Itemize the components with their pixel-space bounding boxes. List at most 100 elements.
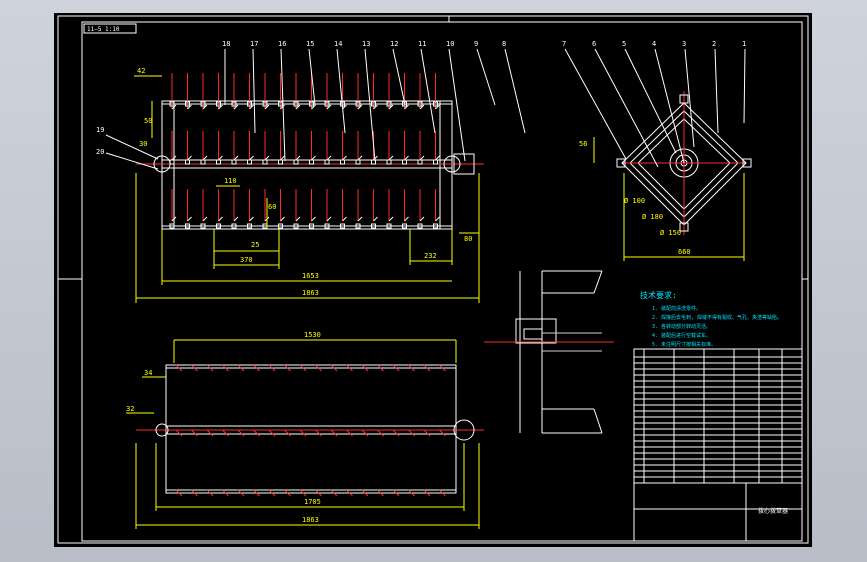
bolt [200, 159, 206, 165]
tine-hook [311, 155, 316, 161]
part-number-13: 13 [362, 40, 370, 48]
tech-note-4: 4. 装配后进行空载试车。 [652, 332, 711, 339]
part-number-12: 12 [390, 40, 398, 48]
dim-phi180: Ø 180 [642, 213, 663, 221]
bottom-tine [423, 429, 431, 437]
side-part-number-1: 1 [742, 40, 746, 48]
bolt [402, 159, 407, 165]
dim-25: 25 [251, 241, 259, 249]
bottom-tine [315, 429, 322, 437]
front-part-numbers: 18 17 16 15 14 13 12 11 10 9 8 [222, 40, 506, 48]
side-leader-6 [594, 48, 659, 168]
bottom-tine [206, 429, 214, 437]
leader-9 [476, 48, 496, 106]
bottom-tine [361, 429, 369, 437]
tine-hook [249, 216, 254, 222]
dim-660: 660 [678, 248, 691, 256]
leader-10 [448, 48, 466, 162]
side-leader-7 [564, 48, 627, 160]
front-tines [171, 73, 440, 222]
bolt [278, 159, 283, 165]
tine-hook [187, 155, 192, 161]
tech-title: 技术要求: [640, 290, 677, 300]
bolt [247, 159, 252, 165]
part-number-11: 11 [418, 40, 426, 48]
front-frame [161, 100, 453, 230]
part-number-8: 8 [502, 40, 506, 48]
dim-phi150: Ø 150 [660, 229, 681, 237]
dim-1863b: 1863 [302, 516, 319, 524]
tine-hook [388, 216, 394, 222]
tine-hook [373, 216, 378, 222]
tine-hook [357, 216, 363, 222]
bolt [386, 159, 392, 165]
leader-8 [504, 48, 526, 134]
tine-hook [373, 155, 378, 161]
drawing-sheet[interactable]: 11—5 1:10 18171615141312111098 [54, 13, 812, 547]
bottom-tine [191, 429, 198, 437]
part-number-10: 10 [446, 40, 454, 48]
view-label: 11—5 1:10 [87, 26, 120, 33]
tine-hook [295, 216, 301, 222]
side-part-number-6: 6 [592, 40, 596, 48]
bottom-tine [377, 429, 384, 437]
bolt [309, 159, 314, 165]
tine-hook [280, 155, 285, 161]
bolt [185, 159, 190, 165]
part-number-18: 18 [222, 40, 230, 48]
dim-1530: 1530 [304, 331, 321, 339]
dim-50: 50 [144, 117, 152, 125]
callout-20: 20 [96, 148, 104, 156]
cad-viewport[interactable]: 11—5 1:10 18171615141312111098 [0, 0, 867, 562]
tine-hook [264, 155, 270, 161]
bottom-tine [439, 429, 446, 437]
bottom-tine [346, 429, 353, 437]
tine-hook [249, 155, 254, 161]
dim-1653: 1653 [302, 272, 319, 280]
tine-hook [233, 155, 239, 161]
tech-note-2: 2. 焊接后去毛刺, 焊缝不得有裂纹、气孔、夹渣等缺陷。 [652, 314, 782, 321]
bottom-tine [175, 429, 183, 437]
dim-110: 110 [224, 177, 237, 185]
side-leader-4 [654, 48, 685, 164]
dim-232: 232 [424, 252, 437, 260]
callout-19: 19 [96, 126, 104, 134]
front-bolt-row [169, 101, 438, 229]
dim-1863: 1863 [302, 289, 319, 297]
tine-hook [187, 216, 192, 222]
bolt [340, 159, 345, 165]
bottom-frame [165, 364, 457, 494]
drawing-canvas: 11—5 1:10 18171615141312111098 [57, 15, 809, 544]
side-part-number-7: 7 [562, 40, 566, 48]
bottom-tine [330, 429, 338, 437]
detail-view [484, 270, 614, 434]
tine-hook [326, 155, 332, 161]
bottom-tine [237, 429, 245, 437]
parts-list: 拨心拨草器 [633, 348, 803, 542]
bolt [231, 159, 237, 165]
part-number-17: 17 [250, 40, 258, 48]
side-view: 7 6 5 4 3 2 1 56 Ø 100 Ø 180 Ø 150 660 [562, 40, 752, 261]
dim-370: 370 [240, 256, 253, 264]
tine-hook [295, 155, 301, 161]
technical-requirements: 技术要求: 1. 装配前清洗零件。 2. 焊接后去毛刺, 焊缝不得有裂纹、气孔、… [640, 290, 782, 348]
bottom-tine [253, 429, 260, 437]
dim-80: 80 [464, 235, 472, 243]
title-drawing-name: 拨心拨草器 [758, 507, 788, 515]
leader-11 [420, 48, 436, 134]
dim-phi100: Ø 100 [624, 197, 645, 205]
side-part-numbers: 7 6 5 4 3 2 1 [562, 40, 746, 48]
tine-hook [342, 155, 347, 161]
tine-hook [435, 216, 440, 222]
bolt [262, 159, 268, 165]
front-view: 18 17 16 15 14 13 12 11 10 9 8 42 50 30 110 60 25 … [96, 40, 526, 303]
bottom-tine [268, 429, 276, 437]
dim-60: 60 [268, 203, 276, 211]
tine-hook [202, 155, 208, 161]
tine-hook [419, 216, 425, 222]
tech-note-1: 1. 装配前清洗零件。 [652, 305, 701, 312]
leader-12 [392, 48, 406, 106]
bolt [433, 159, 438, 165]
bottom-tine [299, 429, 307, 437]
tech-note-5: 5. 未注明尺寸按相关标准。 [652, 341, 716, 348]
